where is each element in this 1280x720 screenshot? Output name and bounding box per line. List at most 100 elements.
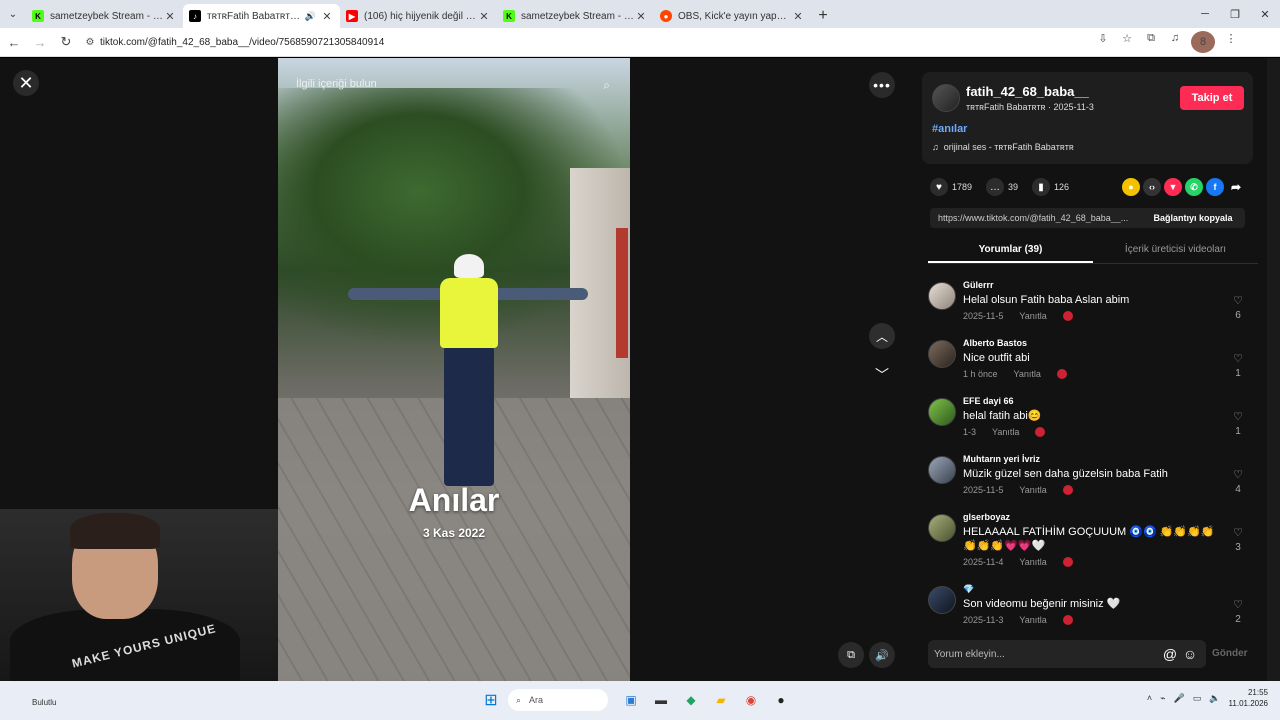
taskbar-clock[interactable]: 21:55 11.01.2026: [1229, 687, 1268, 709]
close-tab-icon[interactable]: ✕: [320, 10, 334, 23]
reload-icon[interactable]: ↻: [54, 30, 78, 54]
browser-tab-0[interactable]: K sametzeybek Stream - Kick Dag ✕: [26, 4, 183, 28]
browser-tab-1[interactable]: ♪ ᴛʀᴛʀFatih Babaᴛʀᴛʀ (@fatih_ 🔊 ✕: [183, 4, 340, 28]
like-stat[interactable]: ♥ 1789: [930, 178, 972, 196]
speaker-icon[interactable]: 🔈: [1209, 693, 1220, 704]
profile-avatar[interactable]: 8: [1191, 31, 1215, 53]
author-avatar[interactable]: [932, 84, 960, 112]
floating-player-button[interactable]: ⧉: [838, 642, 864, 668]
tray-expand-icon[interactable]: ˄: [1147, 693, 1152, 703]
commenter-avatar[interactable]: [928, 456, 956, 484]
volume-button[interactable]: 🔊: [869, 642, 895, 668]
commenter-avatar[interactable]: [928, 340, 956, 368]
reply-link[interactable]: Yanıtla: [1019, 557, 1046, 567]
comment-like[interactable]: ♡ 6: [1228, 294, 1248, 321]
author-username[interactable]: fatih_42_68_baba__: [966, 84, 1089, 99]
browser-tab-2[interactable]: ▶ (106) hiç hijyenik değil ya ben y ✕: [340, 4, 497, 28]
commenter-name[interactable]: glserboyaz: [963, 512, 1010, 522]
comment-stat[interactable]: … 39: [986, 178, 1018, 196]
hashtag-link[interactable]: #anılar: [932, 123, 967, 135]
taskbar-search[interactable]: ⌕ Ara: [508, 689, 608, 711]
close-tab-icon[interactable]: ✕: [791, 10, 805, 23]
reply-link[interactable]: Yanıtla: [1019, 311, 1046, 321]
close-tab-icon[interactable]: ✕: [634, 10, 648, 23]
network-icon[interactable]: ⌁: [1160, 693, 1165, 704]
media-controls-icon[interactable]: ♫: [1163, 27, 1187, 49]
tab-creator-videos[interactable]: İçerik üreticisi videoları: [1093, 240, 1258, 263]
browser-tab-4[interactable]: ● OBS, Kick'e yayın yaparken süre ✕: [654, 4, 811, 28]
start-icon[interactable]: ⊞: [478, 687, 504, 713]
chrome-icon[interactable]: ◉: [738, 687, 764, 713]
whatsapp-icon[interactable]: ✆: [1185, 178, 1203, 196]
comment-like-count: 3: [1235, 542, 1241, 553]
display-icon[interactable]: ▭: [1193, 693, 1202, 704]
follow-button[interactable]: Takip et: [1180, 86, 1244, 110]
tab-search-icon[interactable]: ⌄: [0, 0, 26, 28]
heart-icon: ♥: [930, 178, 948, 196]
back-icon[interactable]: ←: [2, 30, 26, 54]
send-to-friend-icon[interactable]: ▼: [1164, 178, 1182, 196]
commenter-avatar[interactable]: [928, 282, 956, 310]
install-app-icon[interactable]: ⇩: [1091, 27, 1115, 49]
mention-icon[interactable]: @: [1160, 646, 1180, 662]
close-tab-icon[interactable]: ✕: [477, 10, 491, 23]
new-tab-button[interactable]: +: [811, 4, 835, 28]
embed-icon[interactable]: ‹›: [1143, 178, 1161, 196]
commenter-avatar[interactable]: [928, 514, 956, 542]
commenter-name[interactable]: Alberto Bastos: [963, 338, 1027, 348]
page-scrollbar[interactable]: [1267, 58, 1280, 681]
close-window-icon[interactable]: ✕: [1250, 0, 1280, 28]
comment-like[interactable]: ♡ 3: [1228, 526, 1248, 553]
obs-icon[interactable]: ●: [768, 687, 794, 713]
extensions-icon[interactable]: ⧉: [1139, 27, 1163, 49]
maximize-icon[interactable]: ❐: [1220, 0, 1250, 28]
site-info-icon[interactable]: ⚙: [82, 37, 98, 48]
reply-link[interactable]: Yanıtla: [1019, 485, 1046, 495]
audio-playing-icon[interactable]: 🔊: [305, 11, 316, 22]
coin-icon[interactable]: ●: [1122, 178, 1140, 196]
comment-like[interactable]: ♡ 1: [1228, 352, 1248, 379]
send-comment-button[interactable]: Gönder: [1212, 648, 1248, 659]
video-link-url[interactable]: https://www.tiktok.com/@fatih_42_68_baba…: [930, 213, 1141, 223]
close-tab-icon[interactable]: ✕: [163, 10, 177, 23]
url-field[interactable]: ⚙ tiktok.com/@fatih_42_68_baba__/video/7…: [82, 31, 1087, 53]
commenter-name[interactable]: Muhtarın yeri İvriz: [963, 454, 1040, 464]
copy-link-button[interactable]: Bağlantıyı kopyala: [1141, 213, 1245, 223]
forward-icon[interactable]: →: [28, 30, 52, 54]
commenter-name[interactable]: 💎: [963, 584, 974, 595]
share-arrow-icon[interactable]: ➦: [1227, 178, 1245, 196]
copilot-icon[interactable]: ◆: [678, 687, 704, 713]
file-explorer-icon[interactable]: ▰: [708, 687, 734, 713]
next-video-button[interactable]: ﹀: [869, 362, 895, 388]
browser-tab-3[interactable]: K sametzeybek Stream - Watch Li ✕: [497, 4, 654, 28]
comment-like[interactable]: ♡ 2: [1228, 598, 1248, 625]
commenter-avatar[interactable]: [928, 586, 956, 614]
reply-link[interactable]: Yanıtla: [1019, 615, 1046, 625]
terminal-icon[interactable]: ▬: [648, 687, 674, 713]
save-stat[interactable]: ▮ 126: [1032, 178, 1069, 196]
emoji-icon[interactable]: ☺: [1180, 646, 1200, 662]
previous-video-button[interactable]: ︿: [869, 323, 895, 349]
more-options-button[interactable]: •••: [869, 72, 895, 98]
reply-link[interactable]: Yanıtla: [1014, 369, 1041, 379]
sound-link[interactable]: ♫ orijinal ses - ᴛʀᴛʀFatih Babaᴛʀᴛʀ: [932, 142, 1074, 152]
comment-input[interactable]: Yorum ekleyin... @ ☺: [928, 640, 1206, 668]
comment-like[interactable]: ♡ 4: [1228, 468, 1248, 495]
weather-label[interactable]: Bulutlu: [32, 698, 56, 707]
facebook-icon[interactable]: f: [1206, 178, 1224, 196]
reply-link[interactable]: Yanıtla: [992, 427, 1019, 437]
browser-menu-icon[interactable]: ⋮: [1219, 27, 1243, 49]
minimize-icon[interactable]: ─: [1190, 0, 1220, 28]
bookmark-star-icon[interactable]: ☆: [1115, 27, 1139, 49]
video-player[interactable]: İlgili içeriği bulun ⌕ Anılar 3 Kas 2022: [278, 58, 630, 681]
commenter-avatar[interactable]: [928, 398, 956, 426]
related-content-search[interactable]: İlgili içeriği bulun ⌕: [296, 78, 610, 92]
search-icon[interactable]: ⌕: [603, 78, 610, 93]
comment-like[interactable]: ♡ 1: [1228, 410, 1248, 437]
close-video-button[interactable]: ✕: [13, 70, 39, 96]
task-view-icon[interactable]: ▣: [618, 687, 644, 713]
commenter-name[interactable]: EFE dayi 66: [963, 396, 1014, 406]
tab-comments[interactable]: Yorumlar (39): [928, 240, 1093, 263]
microphone-icon[interactable]: 🎤: [1174, 693, 1185, 704]
commenter-name[interactable]: Gülerrr: [963, 280, 994, 290]
